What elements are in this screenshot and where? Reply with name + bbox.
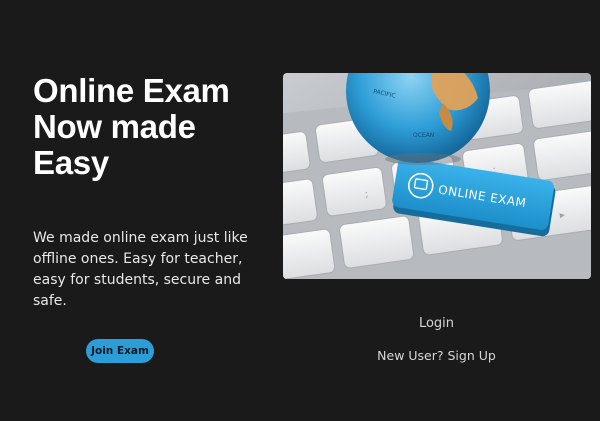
- hero-image: ; : ▸ ONLINE EXAM PACIFIC OCEAN: [283, 73, 591, 279]
- signup-link[interactable]: New User? Sign Up: [373, 348, 500, 363]
- login-link[interactable]: Login: [380, 316, 493, 331]
- globe-text-ocean: OCEAN: [413, 132, 434, 139]
- hero-description: We made online exam just like offline on…: [33, 230, 248, 309]
- hero-title: Online Exam Now made Easy: [33, 72, 230, 181]
- join-exam-button[interactable]: Join Exam: [86, 339, 154, 363]
